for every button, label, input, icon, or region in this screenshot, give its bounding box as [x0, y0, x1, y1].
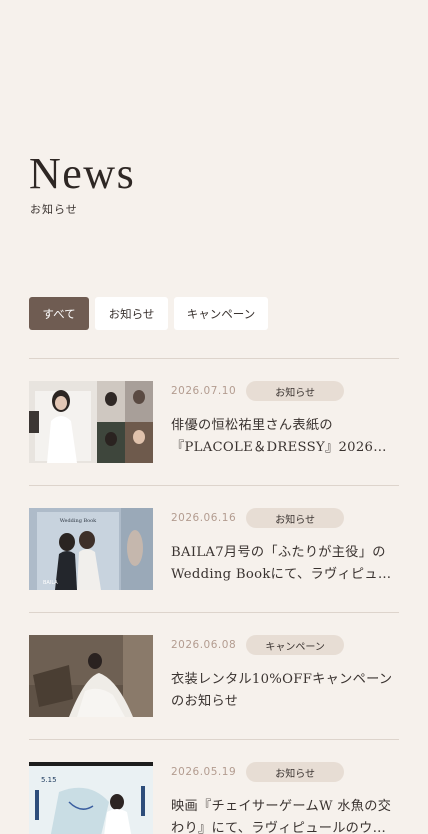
- news-title[interactable]: 映画『チェイサーゲームW 水魚の交わり』にて、ラヴィピュールのウェディングドレス…: [171, 796, 399, 834]
- news-title[interactable]: 俳優の恒松祐里さん表紙の『PLACOLE＆DRESSY』2026年7月号にて…: [171, 415, 399, 459]
- tab-all[interactable]: すべて: [29, 297, 89, 330]
- news-date: 2026.07.10: [171, 385, 237, 397]
- tab-news[interactable]: お知らせ: [95, 297, 168, 330]
- page-title: News: [29, 149, 136, 198]
- tab-campaign[interactable]: キャンペーン: [174, 297, 268, 330]
- news-date: 2026.05.19: [171, 766, 237, 778]
- category-badge: お知らせ: [246, 508, 345, 528]
- news-list: 2026.07.10 お知らせ 俳優の恒松祐里さん表紙の『PLACOLE＆DRE…: [29, 358, 399, 834]
- category-badge: お知らせ: [246, 762, 345, 782]
- category-badge: お知らせ: [246, 381, 345, 401]
- news-thumbnail: [29, 635, 153, 717]
- news-item[interactable]: 2026.06.08 キャンペーン 衣装レンタル10%OFFキャンペーンのお知ら…: [29, 612, 399, 739]
- news-thumbnail: 5.15: [29, 762, 153, 834]
- thumb-caption: BAILA: [43, 580, 58, 586]
- news-date: 2026.06.08: [171, 639, 237, 651]
- category-tabs: すべて お知らせ キャンペーン: [29, 297, 268, 330]
- news-title[interactable]: 衣装レンタル10%OFFキャンペーンのお知らせ: [171, 669, 399, 713]
- news-item[interactable]: 5.15 2026.05.19 お知らせ 映画『チェイサーゲームW 水魚の交わり…: [29, 739, 399, 834]
- page-subtitle: お知らせ: [30, 203, 78, 216]
- thumb-caption: 5.15: [41, 776, 57, 784]
- news-title[interactable]: BAILA7月号の「ふたりが主役」のWedding Bookにて、ラヴィピュール…: [171, 542, 399, 586]
- news-item[interactable]: 2026.07.10 お知らせ 俳優の恒松祐里さん表紙の『PLACOLE＆DRE…: [29, 358, 399, 485]
- thumb-caption: Wedding Book: [60, 518, 97, 524]
- category-badge: キャンペーン: [246, 635, 345, 655]
- news-item[interactable]: Wedding Book BAILA 2026.06.16 お知らせ BAILA…: [29, 485, 399, 612]
- news-thumbnail: Wedding Book BAILA: [29, 508, 153, 590]
- news-date: 2026.06.16: [171, 512, 237, 524]
- news-thumbnail: [29, 381, 153, 463]
